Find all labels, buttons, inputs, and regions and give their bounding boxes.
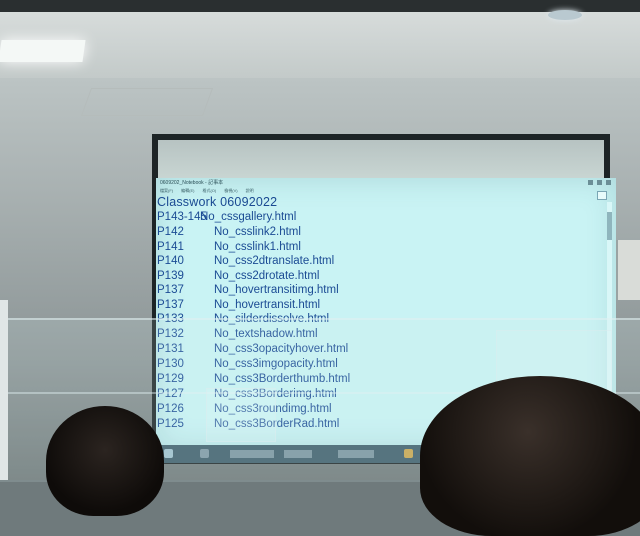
ceiling-panel: [80, 88, 214, 116]
menu-help[interactable]: 說明: [246, 187, 254, 195]
close-icon[interactable]: [606, 180, 611, 185]
page-number: P137: [157, 298, 184, 311]
screen-top-area: [158, 140, 604, 180]
menu-edit[interactable]: 編輯(E): [181, 187, 194, 195]
ceiling-fixture: [548, 10, 582, 20]
scroll-thumb[interactable]: [607, 212, 612, 240]
page-number: P141: [157, 240, 184, 253]
page-number: P142: [157, 226, 184, 238]
menu-file[interactable]: 檔案(F): [160, 187, 173, 195]
person-head-right: [420, 376, 640, 536]
caret-box: [597, 191, 607, 200]
menu-view[interactable]: 檢視(V): [224, 187, 237, 195]
side-post: [0, 300, 8, 480]
page-number: P140: [157, 255, 184, 267]
menu-format[interactable]: 格式(O): [202, 187, 216, 195]
minimize-icon[interactable]: [588, 180, 593, 185]
page-number: P139: [157, 269, 184, 282]
wall-sign: [616, 240, 640, 300]
glass-pane: [206, 388, 276, 442]
file-name: No_cssgallery.html: [200, 211, 297, 223]
file-name: No_hovertransit.html: [214, 298, 321, 311]
file-name: No_csslink2.html: [214, 226, 301, 238]
page-number: P137: [157, 284, 184, 296]
ceiling: [0, 0, 640, 78]
classwork-heading: Classwork 06092022: [157, 195, 278, 209]
maximize-icon[interactable]: [597, 180, 602, 185]
file-name: No_hovertransitimg.html: [214, 284, 339, 296]
menu-bar: 檔案(F) 編輯(E) 格式(O) 檢視(V) 說明: [156, 187, 620, 195]
person-head-left: [46, 406, 164, 516]
file-name: No_css2drotate.html: [214, 269, 320, 282]
file-name: No_csslink1.html: [214, 240, 301, 253]
ceiling-light: [0, 40, 86, 62]
file-name: No_css2dtranslate.html: [214, 255, 335, 267]
